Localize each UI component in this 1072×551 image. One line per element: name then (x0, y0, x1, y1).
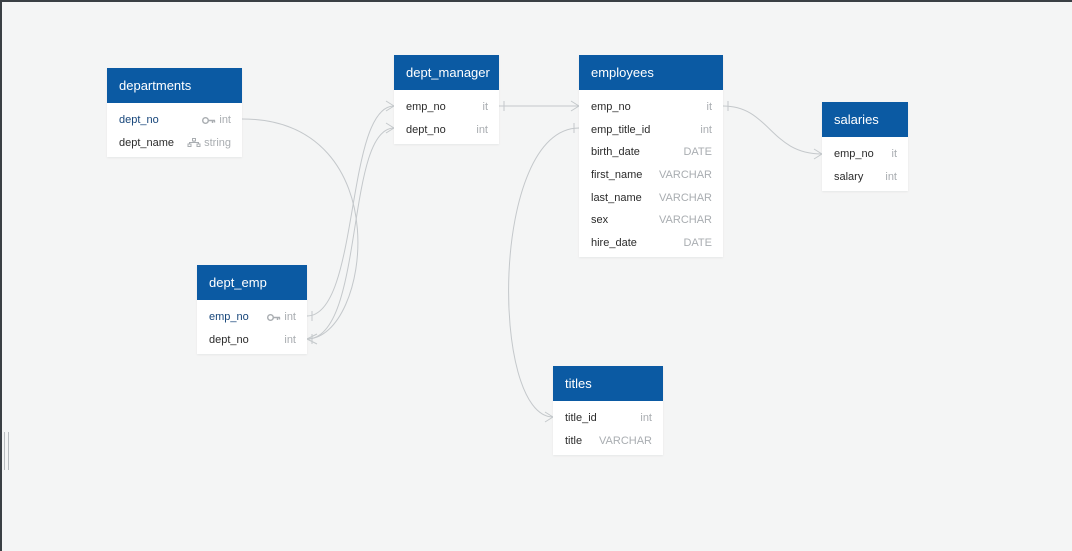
relation-dept-emp-dept-manager-dept (306, 127, 395, 340)
column-name: emp_no (406, 101, 446, 114)
column-name: emp_title_id (591, 123, 651, 136)
column-type: int (219, 114, 231, 127)
column-type: VARCHAR (659, 214, 712, 227)
table-title[interactable]: dept_emp (197, 265, 307, 300)
column-type: int (885, 170, 897, 183)
column-title[interactable]: title VARCHAR (553, 430, 663, 453)
relation-employees-salaries (722, 105, 823, 155)
column-emp-no[interactable]: emp_no int (197, 306, 307, 329)
column-name: dept_no (119, 114, 159, 127)
column-name: dept_no (406, 123, 446, 136)
column-type: VARCHAR (599, 434, 652, 447)
column-type: VARCHAR (659, 191, 712, 204)
column-type: int (284, 333, 296, 346)
table-titles[interactable]: titles title_id int title VARCHAR (553, 366, 663, 456)
column-name: emp_no (209, 311, 249, 324)
column-type: int (476, 123, 488, 136)
column-dept-no[interactable]: dept_no int (107, 109, 242, 132)
column-dept-no[interactable]: dept_no int (394, 119, 499, 142)
column-emp-title-id[interactable]: emp_title_id int (579, 119, 723, 142)
column-name: sex (591, 214, 609, 227)
column-emp-no[interactable]: emp_no it (822, 143, 908, 166)
table-title[interactable]: titles (553, 366, 663, 401)
column-type: it (706, 101, 713, 114)
column-name: title_id (565, 412, 597, 425)
column-type: it (482, 101, 489, 114)
column-type: VARCHAR (659, 169, 712, 182)
table-salaries[interactable]: salaries emp_no it salary int (822, 102, 908, 192)
table-employees[interactable]: employees emp_no it emp_title_id int bir… (579, 55, 723, 258)
column-type: int (700, 123, 712, 136)
column-type: string (204, 136, 231, 149)
key-icon (267, 313, 281, 321)
column-name: salary (834, 170, 864, 183)
column-birth-date[interactable]: birth_date DATE (579, 141, 723, 164)
column-sex[interactable]: sex VARCHAR (579, 209, 723, 232)
column-type: int (284, 311, 296, 324)
column-name: dept_name (119, 136, 175, 149)
column-name: title (565, 434, 583, 447)
table-departments[interactable]: departments dept_no int dept_name string (107, 68, 242, 158)
column-emp-no[interactable]: emp_no it (579, 96, 723, 119)
column-name: dept_no (209, 333, 249, 346)
relation-dept-emp-dept-manager-emp (306, 105, 395, 317)
column-title-id[interactable]: title_id int (553, 407, 663, 430)
table-title[interactable]: dept_manager (394, 55, 499, 90)
column-name: first_name (591, 169, 643, 182)
column-name: last_name (591, 191, 642, 204)
column-hire-date[interactable]: hire_date DATE (579, 232, 723, 255)
column-salary[interactable]: salary int (822, 166, 908, 189)
table-title[interactable]: salaries (822, 102, 908, 137)
index-icon (187, 138, 201, 148)
column-name: emp_no (834, 148, 874, 161)
column-dept-no[interactable]: dept_no int (197, 329, 307, 352)
table-title[interactable]: departments (107, 68, 242, 103)
column-dept-name[interactable]: dept_name string (107, 132, 242, 155)
table-dept-emp[interactable]: dept_emp emp_no int dept_no int (197, 265, 307, 355)
column-last-name[interactable]: last_name VARCHAR (579, 186, 723, 209)
column-emp-no[interactable]: emp_no it (394, 96, 499, 119)
column-type: it (891, 148, 898, 161)
column-first-name[interactable]: first_name VARCHAR (579, 164, 723, 187)
column-type: DATE (683, 146, 712, 159)
key-icon (202, 116, 216, 124)
table-dept-manager[interactable]: dept_manager emp_no it dept_no int (394, 55, 499, 145)
column-name: hire_date (591, 236, 637, 249)
column-type: DATE (683, 236, 712, 249)
column-type: int (640, 412, 652, 425)
column-name: emp_no (591, 101, 631, 114)
column-name: birth_date (591, 146, 640, 159)
table-title[interactable]: employees (579, 55, 723, 90)
